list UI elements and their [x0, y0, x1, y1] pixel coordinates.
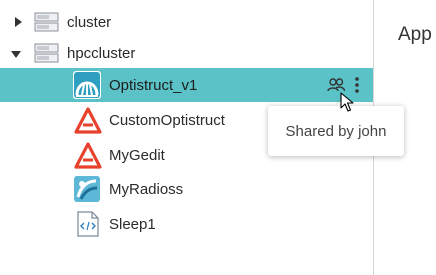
app-item-optistruct-v1[interactable]: Optistruct_v1 — [0, 68, 373, 102]
tree-node-cluster[interactable]: cluster — [0, 5, 373, 39]
altair-logo-icon — [74, 142, 102, 169]
app-item-label: MyRadioss — [109, 180, 184, 198]
app-item-label: CustomOptistruct — [109, 111, 225, 129]
app-item-label: MyGedit — [109, 146, 165, 164]
mouse-cursor-icon — [340, 92, 354, 112]
page-title: App — [398, 24, 432, 45]
tree-node-hpccluster[interactable]: hpccluster — [0, 36, 373, 70]
app-item-label: Sleep1 — [109, 215, 156, 233]
shared-users-icon[interactable] — [327, 78, 345, 92]
server-icon — [34, 43, 59, 63]
radioss-logo-icon — [74, 176, 100, 202]
tree-node-label: cluster — [67, 13, 112, 31]
code-file-icon — [77, 211, 99, 237]
more-options-icon[interactable] — [354, 77, 360, 93]
tooltip-text: Shared by john — [285, 122, 387, 140]
caret-down-icon[interactable] — [10, 48, 22, 60]
app-item-label: Optistruct_v1 — [109, 76, 198, 94]
tree-node-label: hpccluster — [67, 44, 136, 62]
caret-right-icon[interactable] — [12, 16, 24, 28]
server-icon — [34, 12, 59, 32]
altair-logo-icon — [74, 107, 102, 134]
shared-tooltip: Shared by john — [268, 106, 404, 156]
app-item-sleep1[interactable]: Sleep1 — [0, 207, 373, 241]
optistruct-logo-icon — [73, 71, 101, 99]
app-item-myradioss[interactable]: MyRadioss — [0, 172, 373, 206]
